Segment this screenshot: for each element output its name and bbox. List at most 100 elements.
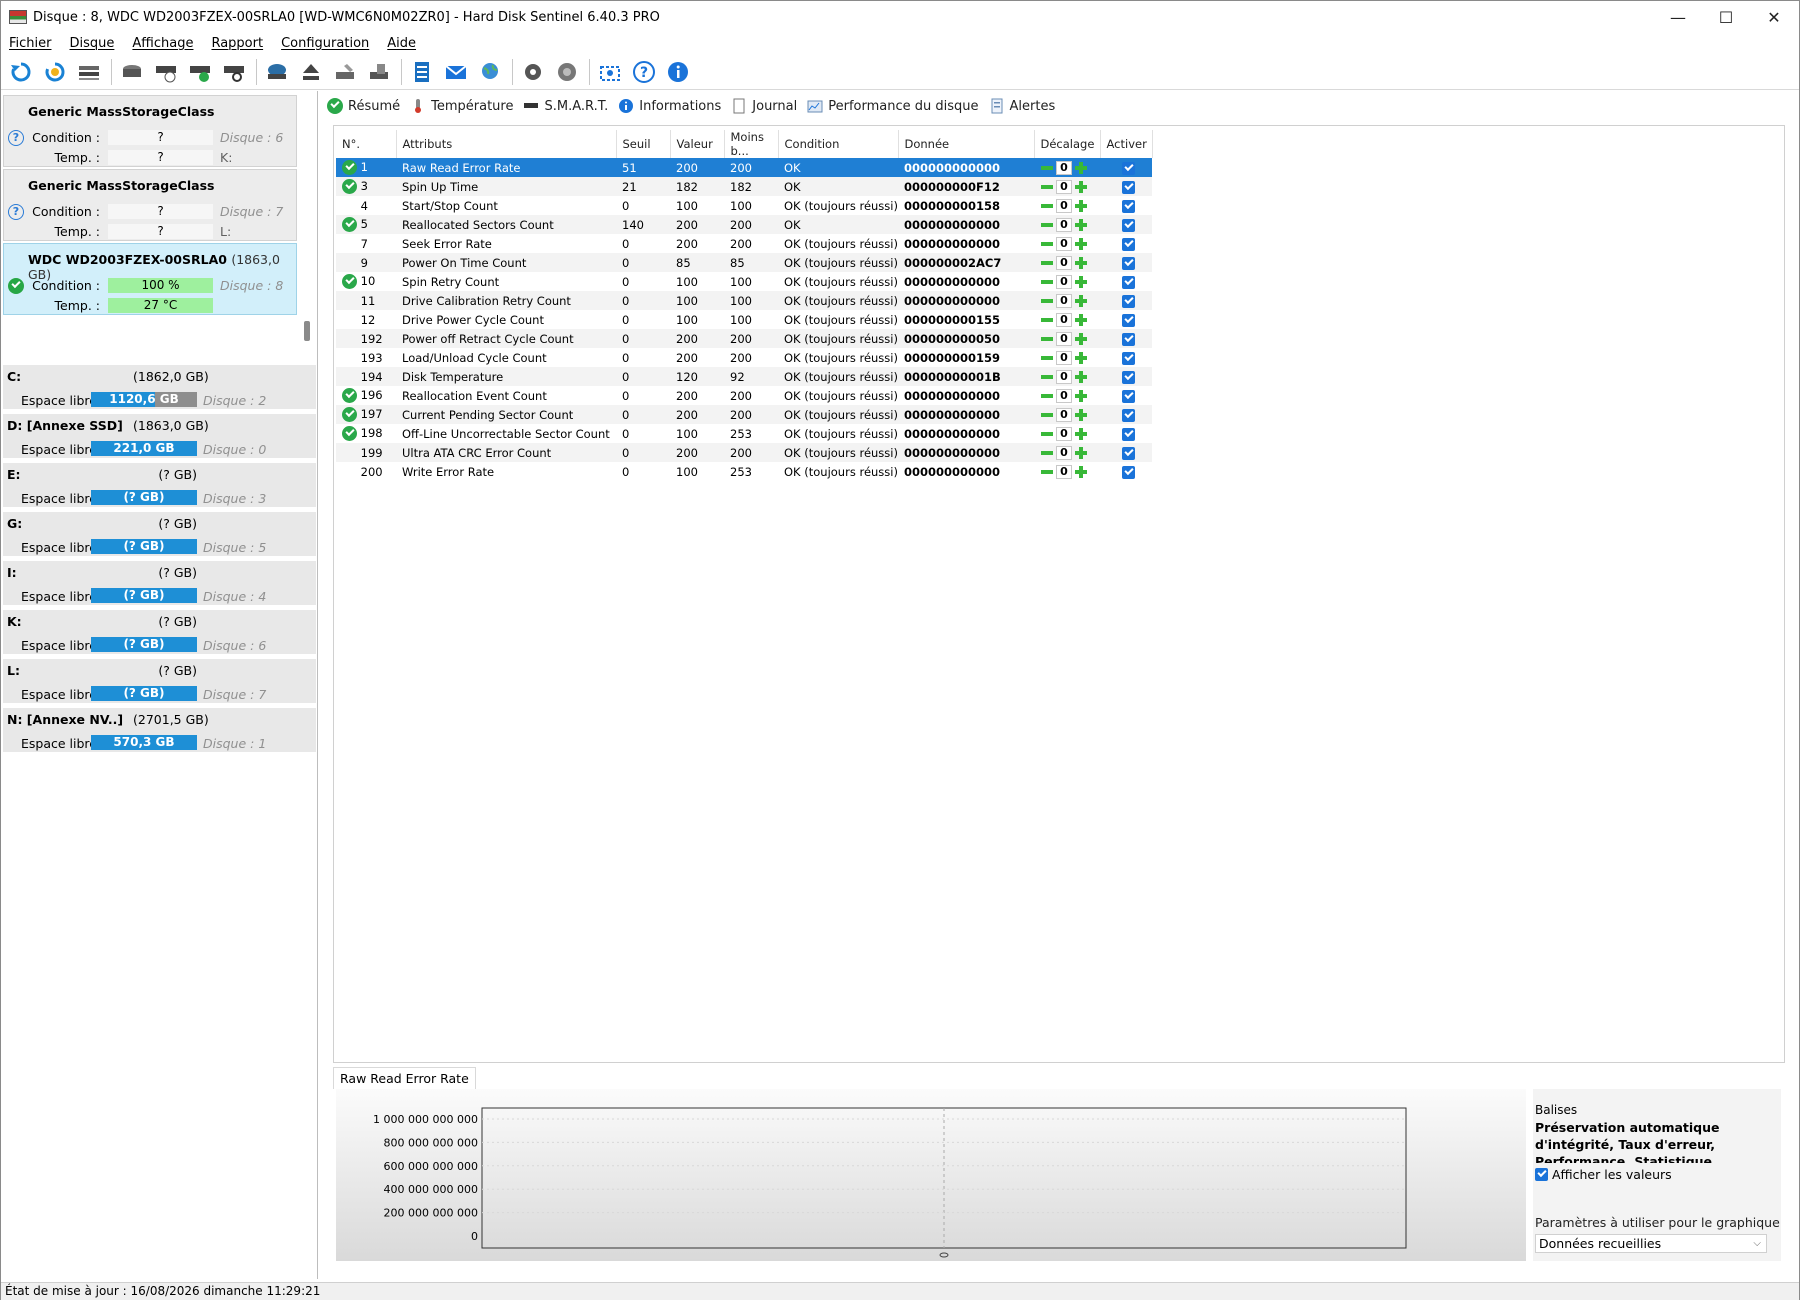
minus-icon[interactable]	[1040, 275, 1054, 289]
col-header-valeur[interactable]: Valeur	[670, 130, 725, 158]
plus-icon[interactable]	[1074, 370, 1088, 384]
col-header-number[interactable]: N°.	[336, 130, 397, 158]
table-row[interactable]: 12 Drive Power Cycle Count 0 100 100 OK (touj…	[336, 310, 1152, 329]
disk-clock-icon[interactable]	[152, 58, 180, 86]
offset-value[interactable]: 0	[1056, 255, 1072, 270]
offset-value[interactable]: 0	[1056, 274, 1072, 289]
disk-card[interactable]: Generic MassStorageClass ? Condition : ?…	[3, 169, 297, 241]
enable-checkbox[interactable]	[1122, 389, 1135, 403]
refresh-icon[interactable]	[7, 58, 35, 86]
minus-icon[interactable]	[1040, 161, 1054, 175]
minus-icon[interactable]	[1040, 465, 1054, 479]
settings-icon[interactable]	[519, 58, 547, 86]
tab-informations[interactable]: Informations	[618, 98, 721, 114]
info-icon[interactable]	[664, 58, 692, 86]
minus-icon[interactable]	[1040, 313, 1054, 327]
enable-checkbox[interactable]	[1122, 275, 1135, 289]
plus-icon[interactable]	[1074, 161, 1088, 175]
offset-value[interactable]: 0	[1056, 426, 1072, 441]
drive-surface-icon[interactable]	[365, 58, 393, 86]
plus-icon[interactable]	[1074, 199, 1088, 213]
enable-checkbox[interactable]	[1122, 370, 1135, 384]
graph-param-select[interactable]: Données recueillies ⌵	[1535, 1234, 1767, 1253]
offset-value[interactable]: 0	[1056, 369, 1072, 384]
enable-checkbox[interactable]	[1122, 427, 1135, 441]
volume-card[interactable]: N: [Annexe NV..] (2701,5 GB) Espace libre 5…	[3, 708, 316, 754]
eject-icon[interactable]	[297, 58, 325, 86]
offset-value[interactable]: 0	[1056, 293, 1072, 308]
tab-resume[interactable]: Résumé	[327, 98, 400, 114]
mail-icon[interactable]	[442, 58, 470, 86]
col-header-condition[interactable]: Condition	[778, 130, 899, 158]
enable-checkbox[interactable]	[1122, 256, 1135, 270]
offset-value[interactable]: 0	[1056, 350, 1072, 365]
enable-checkbox[interactable]	[1122, 237, 1135, 251]
disk-icon[interactable]	[118, 58, 146, 86]
minus-icon[interactable]	[1040, 294, 1054, 308]
minimize-button[interactable]: —	[1653, 1, 1703, 33]
col-header-seuil[interactable]: Seuil	[616, 130, 671, 158]
table-row[interactable]: 192 Power off Retract Cycle Count 0 200 200 O…	[336, 329, 1152, 348]
scrollbar-thumb[interactable]	[304, 321, 310, 341]
volume-card[interactable]: I: (? GB) Espace libre (? GB) Disque : 4	[3, 561, 316, 607]
graph-title-tab[interactable]: Raw Read Error Rate	[333, 1067, 476, 1089]
enable-checkbox[interactable]	[1122, 180, 1135, 194]
refresh-warning-icon[interactable]	[41, 58, 69, 86]
col-header-moins[interactable]: Moins b...	[724, 130, 779, 158]
enable-checkbox[interactable]	[1122, 294, 1135, 308]
table-row[interactable]: 196 Reallocation Event Count 0 200 200 OK (to…	[336, 386, 1152, 405]
minus-icon[interactable]	[1040, 389, 1054, 403]
table-row[interactable]: 4 Start/Stop Count 0 100 100 OK (toujours réu…	[336, 196, 1152, 215]
show-values-checkbox[interactable]: Afficher les valeurs	[1535, 1167, 1672, 1182]
col-header-decalage[interactable]: Décalage	[1034, 130, 1101, 158]
offset-value[interactable]: 0	[1056, 407, 1072, 422]
offset-value[interactable]: 0	[1056, 179, 1072, 194]
minus-icon[interactable]	[1040, 218, 1054, 232]
offset-value[interactable]: 0	[1056, 198, 1072, 213]
table-row[interactable]: 200 Write Error Rate 0 100 253 OK (toujours r…	[336, 462, 1152, 481]
screenshot-icon[interactable]	[596, 58, 624, 86]
volume-card[interactable]: L: (? GB) Espace libre (? GB) Disque : 7	[3, 659, 316, 705]
resize-handle[interactable]	[939, 1252, 949, 1258]
report-icon[interactable]	[408, 58, 436, 86]
sound-icon[interactable]	[553, 58, 581, 86]
plus-icon[interactable]	[1074, 313, 1088, 327]
volume-card[interactable]: C: (1862,0 GB) Espace libre 1120,6 GB Disque…	[3, 365, 316, 411]
minus-icon[interactable]	[1040, 199, 1054, 213]
plus-icon[interactable]	[1074, 427, 1088, 441]
plus-icon[interactable]	[1074, 408, 1088, 422]
enable-checkbox[interactable]	[1122, 332, 1135, 346]
menu-configuration[interactable]: Configuration	[281, 36, 369, 51]
plus-icon[interactable]	[1074, 180, 1088, 194]
enable-checkbox[interactable]	[1122, 161, 1135, 175]
enable-checkbox[interactable]	[1122, 446, 1135, 460]
offset-value[interactable]: 0	[1056, 160, 1072, 175]
plus-icon[interactable]	[1074, 275, 1088, 289]
table-row[interactable]: 1 Raw Read Error Rate 51 200 200 OK 0000000000…	[336, 158, 1152, 177]
enable-checkbox[interactable]	[1122, 351, 1135, 365]
menu-aide[interactable]: Aide	[387, 36, 416, 51]
plus-icon[interactable]	[1074, 256, 1088, 270]
checkbox-icon[interactable]	[1535, 1168, 1548, 1181]
volume-card[interactable]: K: (? GB) Espace libre (? GB) Disque : 6	[3, 610, 316, 656]
table-row[interactable]: 3 Spin Up Time 21 182 182 OK 000000000F12 0	[336, 177, 1152, 196]
col-header-activer[interactable]: Activer	[1100, 130, 1153, 158]
enable-checkbox[interactable]	[1122, 465, 1135, 479]
tab-temperature[interactable]: Température	[410, 98, 513, 114]
enable-checkbox[interactable]	[1122, 313, 1135, 327]
tab-alertes[interactable]: Alertes	[989, 98, 1055, 114]
volume-card[interactable]: D: [Annexe SSD] (1863,0 GB) Espace libre 22…	[3, 414, 316, 460]
offset-value[interactable]: 0	[1056, 331, 1072, 346]
help-icon[interactable]: ?	[630, 58, 658, 86]
minus-icon[interactable]	[1040, 427, 1054, 441]
enable-checkbox[interactable]	[1122, 218, 1135, 232]
disk-card[interactable]: Generic MassStorageClass ? Condition : ?…	[3, 95, 297, 167]
table-row[interactable]: 194 Disk Temperature 0 120 92 OK (toujours ré…	[336, 367, 1152, 386]
minus-icon[interactable]	[1040, 370, 1054, 384]
tab-performance[interactable]: Performance du disque	[807, 98, 979, 114]
tab-smart[interactable]: S.M.A.R.T.	[523, 98, 608, 114]
menu-disque[interactable]: Disque	[70, 36, 115, 51]
table-row[interactable]: 198 Off-Line Uncorrectable Sector Count 0 1…	[336, 424, 1152, 443]
plus-icon[interactable]	[1074, 237, 1088, 251]
offset-value[interactable]: 0	[1056, 236, 1072, 251]
